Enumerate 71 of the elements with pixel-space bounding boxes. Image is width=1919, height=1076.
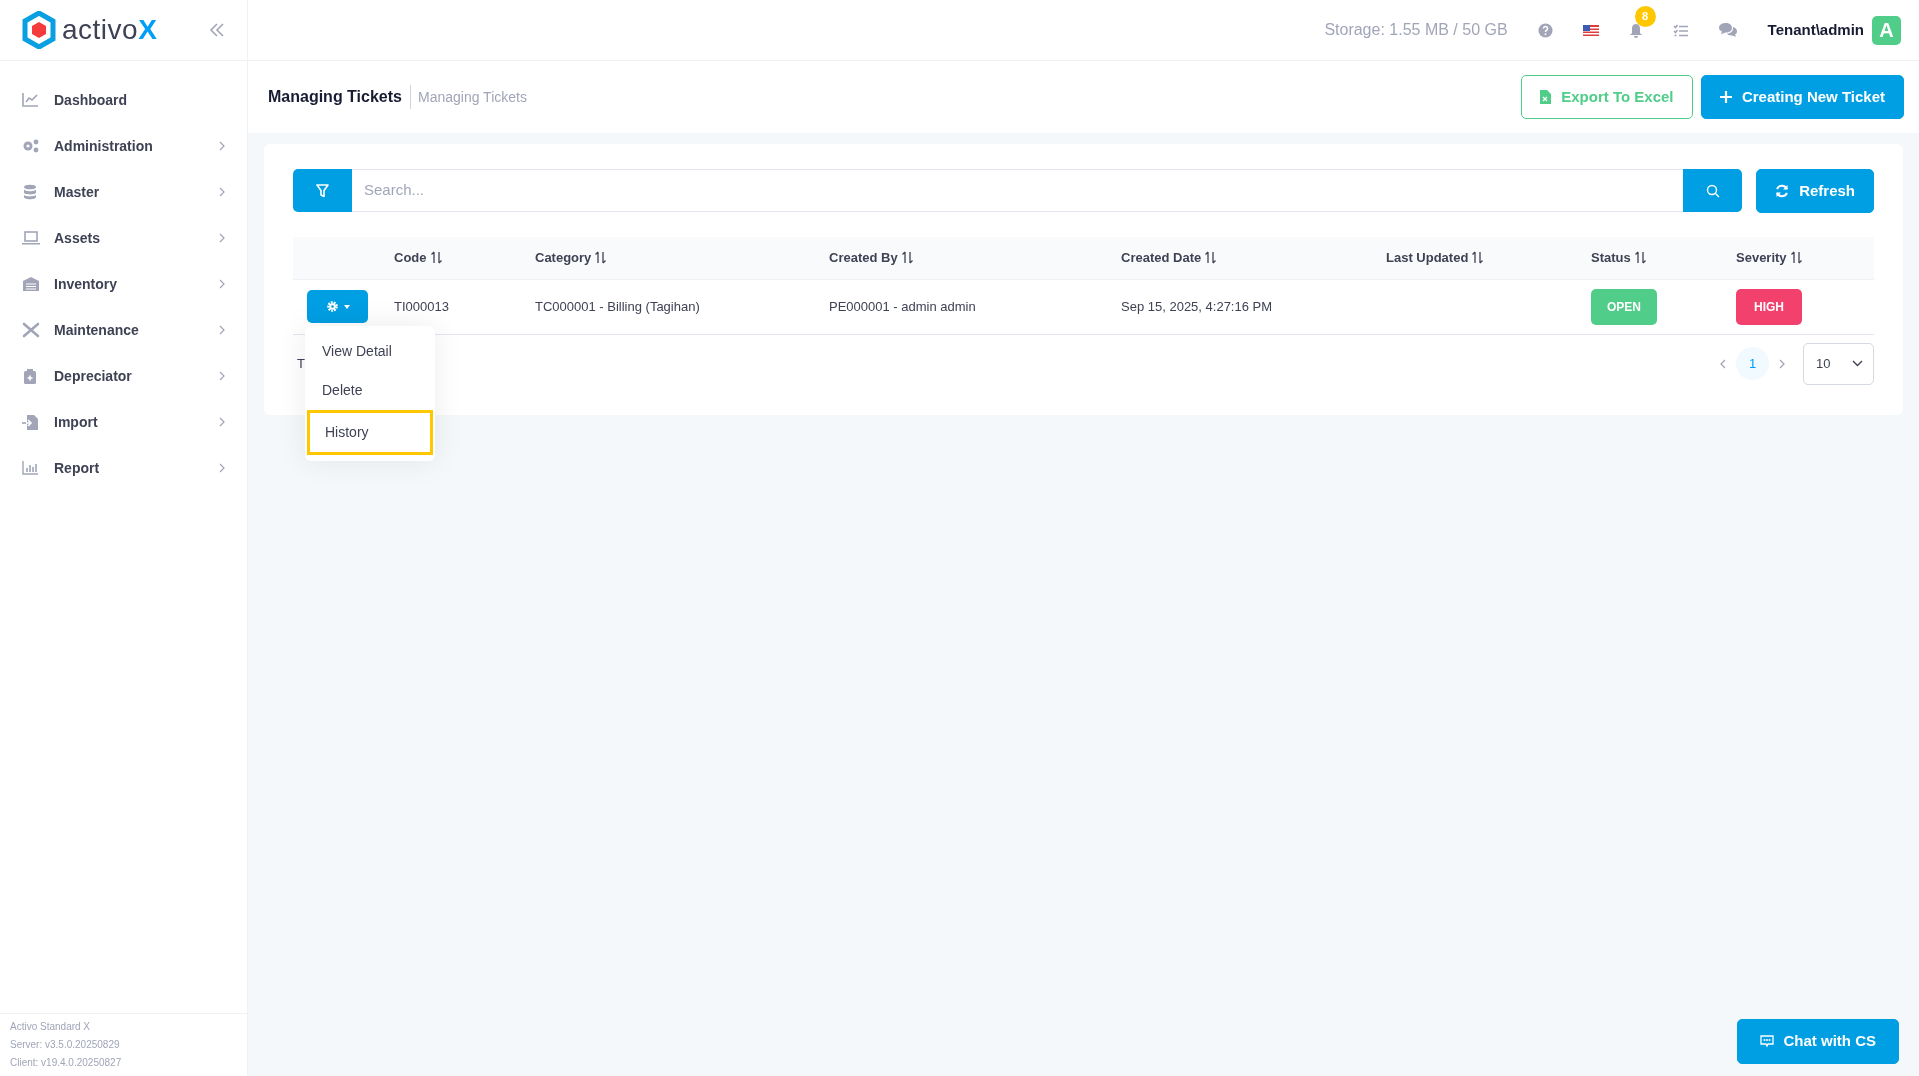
sidebar-item[interactable]: Import [0,399,247,445]
column-header[interactable]: Category [535,248,592,268]
bar-chart-icon [22,460,40,476]
filter-button[interactable] [293,169,352,212]
previous-page-icon[interactable] [1720,358,1726,369]
storage-usage: Storage: 1.55 MB / 50 GB [1324,20,1508,40]
menu-item[interactable]: View Detail [307,331,433,371]
sort-icon[interactable] [1790,251,1802,265]
logo-icon [22,11,56,49]
column-header[interactable]: Created Date [1121,248,1202,268]
column-header[interactable]: Status [1591,248,1631,268]
warehouse-icon [22,276,40,292]
chat-icon[interactable] [1717,22,1738,38]
help-icon[interactable] [1537,22,1553,38]
sort-icon[interactable] [1472,251,1484,265]
severity-badge: HIGH [1736,288,1802,325]
excel-file-icon [1540,90,1552,104]
laptop-icon [22,230,40,246]
column-header[interactable]: Severity [1736,248,1787,268]
ticket-category: TC000001 - Billing (Tagihan) [535,298,700,314]
filter-icon [316,183,329,198]
column-header[interactable]: Last Updated [1386,248,1469,268]
caret-icon [343,304,350,309]
sidebar-item[interactable]: Inventory [0,261,247,307]
menu-item[interactable]: Delete [307,370,433,410]
sidebar-item[interactable]: Dashboard [0,77,247,123]
records-summary: T [297,354,305,373]
sort-icon[interactable] [1205,251,1217,265]
refresh-icon [1775,184,1790,198]
search-field[interactable]: Search... [352,169,1684,212]
ticket-code: TI000013 [394,298,449,314]
gears-icon [22,138,40,154]
page-size-select[interactable]: 10 [1803,342,1874,385]
ticket-created-date: Sep 15, 2025, 4:27:16 PM [1121,298,1273,314]
version-info: Activo Standard X [10,1020,92,1034]
checklist-icon[interactable] [1672,23,1688,37]
page-title: Managing Tickets [268,85,411,109]
search-icon [1705,183,1720,198]
plus-icon [1719,91,1732,103]
sort-icon[interactable] [1634,251,1646,265]
file-import-icon [22,414,40,430]
user-name[interactable]: Tenant\admin [1767,18,1864,42]
column-header[interactable]: Code [394,248,427,268]
actions-button[interactable] [307,290,368,323]
sort-icon[interactable] [430,251,442,265]
chart-icon [22,92,40,108]
bell-icon[interactable] [1628,22,1643,39]
sort-icon[interactable] [595,251,607,265]
gear-icon [325,300,339,313]
version-info: Server: v3.5.0.20250829 [10,1038,121,1052]
sidebar-item[interactable]: Administration [0,123,247,169]
status-badge: OPEN [1591,288,1657,325]
brand-name: activoX [62,13,158,47]
collapse-icon[interactable] [209,23,225,37]
notification-count: 8 [1634,5,1656,27]
tools-icon [22,322,40,338]
version-info: Client: v19.4.0.20250827 [10,1056,123,1070]
column-header[interactable]: Created By [829,248,898,268]
sidebar-item[interactable]: Maintenance [0,307,247,353]
sidebar-item[interactable]: Master [0,169,247,215]
sort-icon[interactable] [901,251,913,265]
next-page-icon[interactable] [1779,358,1785,369]
chevron-down-icon [1852,360,1863,367]
search-button[interactable] [1683,169,1743,212]
chat-bubble-icon [1759,1035,1774,1048]
sidebar-item[interactable]: Assets [0,215,247,261]
sidebar-item[interactable]: Depreciator [0,353,247,399]
sidebar-item[interactable]: Report [0,445,247,491]
ticket-creator: PE000001 - admin admin [829,298,976,314]
flag-icon[interactable] [1582,24,1599,36]
menu-item[interactable]: History [307,409,433,455]
